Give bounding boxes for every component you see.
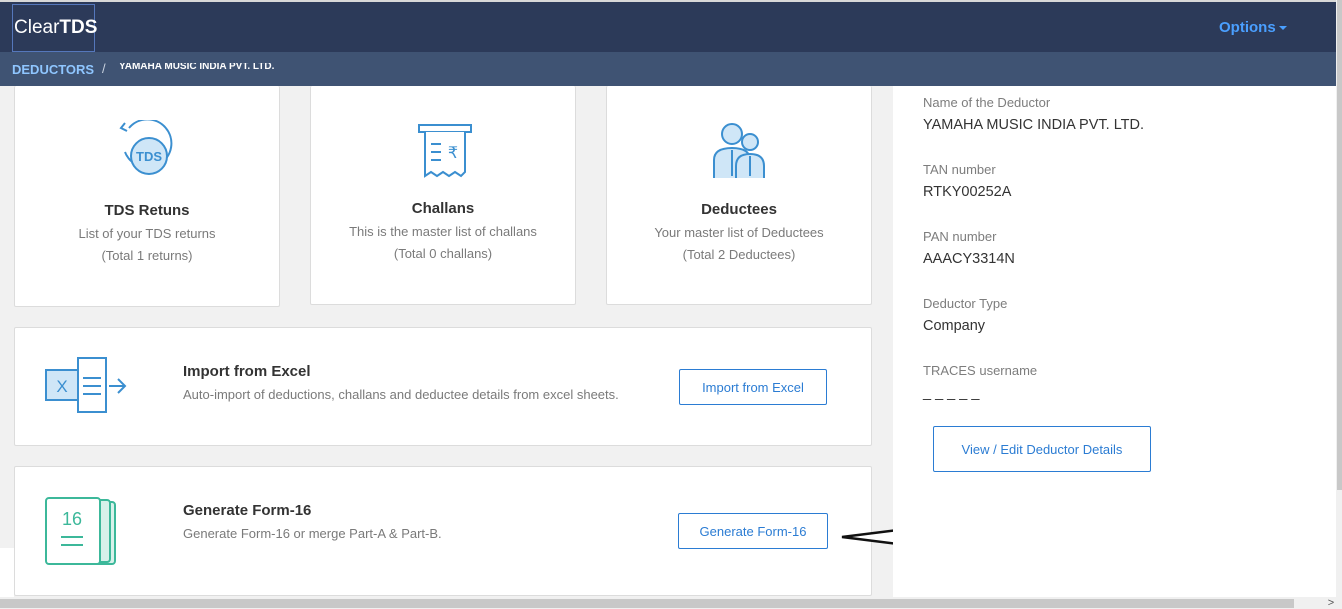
tile-challans[interactable]: ₹ Challans This is the master list of ch…	[310, 86, 576, 305]
excel-import-icon: X	[45, 357, 127, 413]
vertical-scrollbar-thumb[interactable]	[1337, 0, 1342, 490]
top-navbar: ClearTDS Options	[0, 0, 1336, 52]
import-excel-title: Import from Excel	[183, 363, 311, 380]
options-dropdown[interactable]: Options	[1219, 19, 1287, 36]
import-excel-card: X Import from Excel Auto-import of deduc…	[14, 327, 872, 446]
breadcrumb-separator: /	[102, 61, 106, 76]
form16-icon: 16	[45, 497, 116, 565]
svg-text:TDS: TDS	[136, 149, 162, 164]
tile-count: (Total 1 returns)	[101, 248, 193, 263]
people-icon	[713, 123, 765, 178]
deductor-name-value: YAMAHA MUSIC INDIA PVT. LTD.	[923, 117, 1145, 133]
svg-text:₹: ₹	[448, 143, 458, 162]
receipt-rupee-icon: ₹	[418, 124, 472, 178]
horizontal-scrollbar-thumb[interactable]	[0, 599, 1294, 608]
tan-number-value: RTKY00252A	[923, 184, 1012, 200]
page-edge	[0, 548, 14, 597]
breadcrumb-deductors-link[interactable]: DEDUCTORS	[12, 62, 94, 77]
tile-title: TDS Retuns	[104, 202, 190, 219]
scroll-right-arrow-icon[interactable]: >	[1323, 597, 1339, 609]
import-from-excel-button[interactable]: Import from Excel	[679, 369, 827, 405]
breadcrumb-current-deductor: YAMAHA MUSIC INDIA PVT. LTD.	[119, 63, 275, 72]
svg-text:16: 16	[62, 509, 82, 529]
tds-return-icon: TDS	[119, 120, 173, 175]
caret-down-icon	[1278, 26, 1287, 31]
import-excel-description: Auto-import of deductions, challans and …	[183, 387, 619, 402]
generate-form16-card: 16 Generate Form-16 Generate Form-16 or …	[14, 466, 872, 596]
tile-deductees[interactable]: Deductees Your master list of Deductees …	[606, 86, 872, 305]
tile-description: This is the master list of challans	[349, 224, 537, 239]
generate-form16-button[interactable]: Generate Form-16	[678, 513, 828, 549]
breadcrumb: DEDUCTORS / YAMAHA MUSIC INDIA PVT. LTD.	[0, 52, 1336, 86]
tile-tds-returns[interactable]: TDS TDS Retuns List of your TDS returns …	[14, 86, 280, 307]
pan-number-label: PAN number	[923, 229, 997, 244]
cleartds-logo[interactable]: ClearTDS	[12, 4, 97, 52]
tile-count: (Total 2 Deductees)	[682, 247, 796, 262]
view-edit-deductor-button[interactable]: View / Edit Deductor Details	[933, 426, 1151, 472]
tan-number-label: TAN number	[923, 162, 996, 177]
tile-description: Your master list of Deductees	[654, 225, 824, 240]
deductor-type-value: Company	[923, 318, 986, 334]
tile-description: List of your TDS returns	[78, 226, 216, 241]
deductor-type-label: Deductor Type	[923, 296, 1008, 311]
generate-form16-title: Generate Form-16	[183, 502, 312, 519]
traces-username-label: TRACES username	[923, 363, 1038, 378]
generate-form16-description: Generate Form-16 or merge Part-A & Part-…	[183, 526, 442, 541]
tile-title: Deductees	[701, 201, 777, 218]
deductor-name-label: Name of the Deductor	[923, 95, 1051, 110]
tile-title: Challans	[411, 200, 475, 217]
tile-count: (Total 0 challans)	[393, 246, 493, 261]
svg-text:X: X	[56, 377, 67, 396]
traces-username-value: _ _ _ _ _	[923, 385, 980, 401]
pan-number-value: AAACY3314N	[923, 251, 1015, 267]
